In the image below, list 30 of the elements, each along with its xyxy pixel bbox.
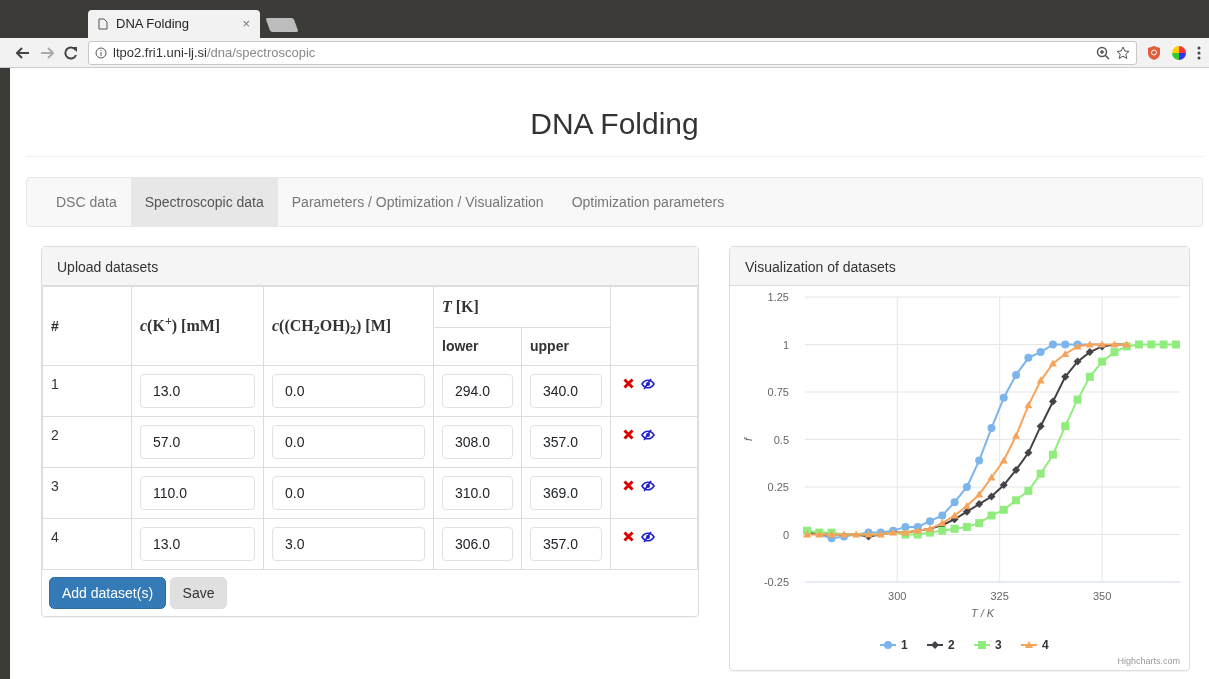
tab-title: DNA Folding (116, 15, 190, 34)
row-number: 2 (42, 416, 132, 468)
row-number: 3 (42, 467, 132, 519)
row-number: 1 (42, 365, 132, 417)
axis-title: f (742, 437, 754, 442)
url-text: ltpo2.fri1.uni-lj.si/dna/spectroscopic (113, 43, 316, 62)
axis-tick-label: -0.25 (763, 576, 789, 588)
axis-tick-label: 350 (1092, 590, 1112, 602)
column-header: c(K$^{+}$) [mM] (131, 286, 264, 366)
axis-title: T / K (970, 607, 995, 619)
column-header: lower (433, 327, 522, 366)
axis-tick-label: 325 (990, 590, 1009, 602)
axis-tick-label: 0.75 (767, 386, 789, 398)
axis-tick-label: 1 (782, 338, 789, 351)
legend-label: 3 (995, 638, 1002, 652)
legend-label: 2 (948, 638, 955, 652)
page-title: DNA Folding (529, 106, 700, 142)
column-header: # (42, 286, 132, 366)
axis-tick-label: 0.5 (773, 433, 789, 446)
legend-label: 1 (901, 638, 908, 652)
axis-tick-label: 300 (888, 590, 907, 602)
column-header: T [K] (433, 286, 611, 328)
row-number: 4 (42, 518, 132, 570)
panel-title: Visualization of datasets (730, 247, 1189, 286)
axis-tick-label: 0 (782, 528, 789, 541)
axis-tick-label: 1.25 (767, 291, 789, 303)
panel-title: Upload datasets (42, 247, 698, 286)
legend-label: 4 (1042, 638, 1049, 652)
column-header: c((CH$_{2}$OH)$_{2}$) [M] (263, 286, 434, 366)
axis-tick-label: 0.25 (767, 481, 789, 493)
